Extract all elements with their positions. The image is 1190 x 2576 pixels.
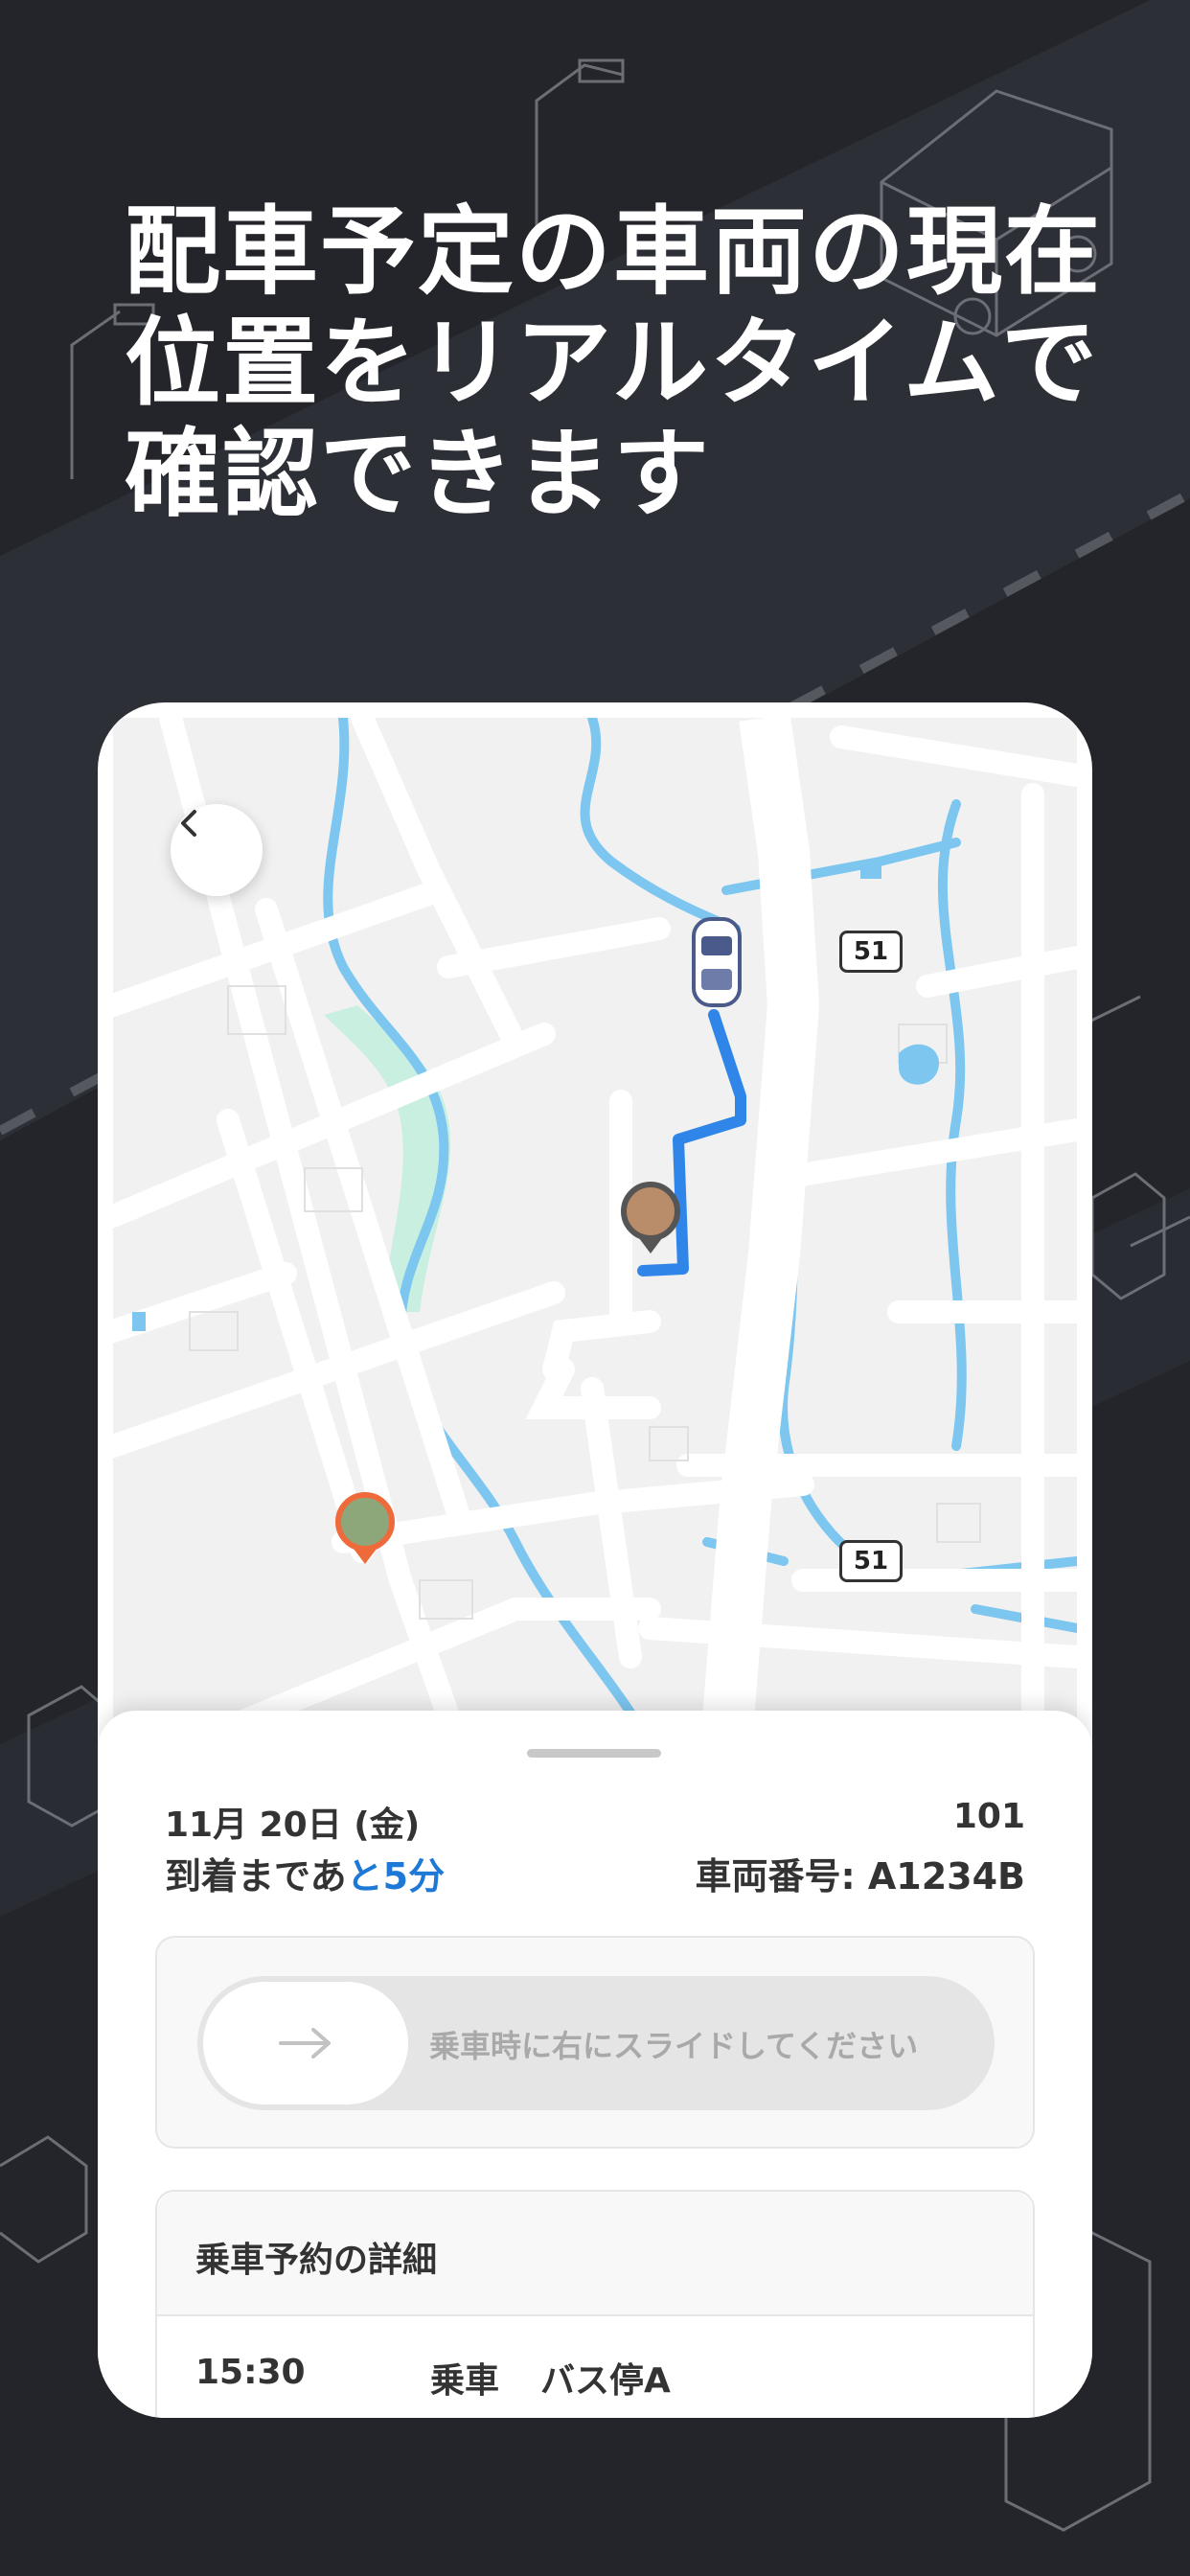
vehicle-number: 車両番号: A1234B: [695, 1855, 1025, 1898]
reservation-time: 15:30: [195, 2353, 306, 2392]
ride-date: 11月 20日 (金): [165, 1806, 421, 1845]
map-drawing: [113, 718, 1077, 1743]
reservation-details: 乗車予約の詳細 15:30 乗車 バス停A: [155, 2190, 1035, 2418]
boarding-slider-track[interactable]: 乗車時に右にスライドしてください: [197, 1976, 995, 2110]
phone-screen: 51 51 11月 20日 (金) 101 到着まであと5分 車両番号: A12…: [98, 702, 1092, 2418]
car-icon: [692, 917, 742, 1007]
chevron-left-icon: [181, 810, 196, 837]
boarding-slider-thumb[interactable]: [203, 1982, 408, 2104]
destination-pin-tail: [354, 1549, 377, 1564]
headline: 配車予定の車両の現在 位置をリアルタイムで 確認できます: [125, 196, 1121, 530]
reservation-action: 乗車: [430, 2361, 500, 2401]
arrival-time: 到着まであと5分: [165, 1847, 445, 1899]
arrival-prefix: 到着まであ: [165, 1855, 347, 1898]
reservation-details-header: 乗車予約の詳細: [157, 2192, 1033, 2316]
route-number-badge: 51: [839, 931, 903, 973]
slide-hint-text: 乗車時に右にスライドしてください: [429, 2028, 919, 2064]
route-number-badge: 51: [839, 1540, 903, 1582]
map-view[interactable]: 51 51: [113, 718, 1077, 1743]
pickup-photo-pin-icon[interactable]: [621, 1182, 680, 1241]
reservation-stop: バス停A: [540, 2361, 671, 2401]
arrival-minutes: と5分: [346, 1855, 446, 1898]
reservation-details-title: 乗車予約の詳細: [195, 2241, 438, 2280]
reservation-row: 15:30 乗車 バス停A: [157, 2316, 1033, 2418]
bus-number: 101: [952, 1797, 1025, 1836]
destination-photo-pin-icon[interactable]: [335, 1492, 395, 1552]
ride-info-sheet: 11月 20日 (金) 101 到着まであと5分 車両番号: A1234B 乗車…: [98, 1711, 1092, 2418]
headline-line-3: 確認できます: [125, 418, 711, 530]
arrow-right-icon: [279, 2028, 331, 2058]
headline-line-2: 位置をリアルタイムで: [125, 307, 1099, 419]
sheet-drag-handle[interactable]: [527, 1749, 661, 1758]
headline-line-1: 配車予定の車両の現在: [125, 196, 1102, 308]
boarding-slide-panel: 乗車時に右にスライドしてください: [155, 1936, 1035, 2149]
back-button[interactable]: [171, 804, 263, 896]
pickup-pin-tail: [639, 1238, 662, 1254]
